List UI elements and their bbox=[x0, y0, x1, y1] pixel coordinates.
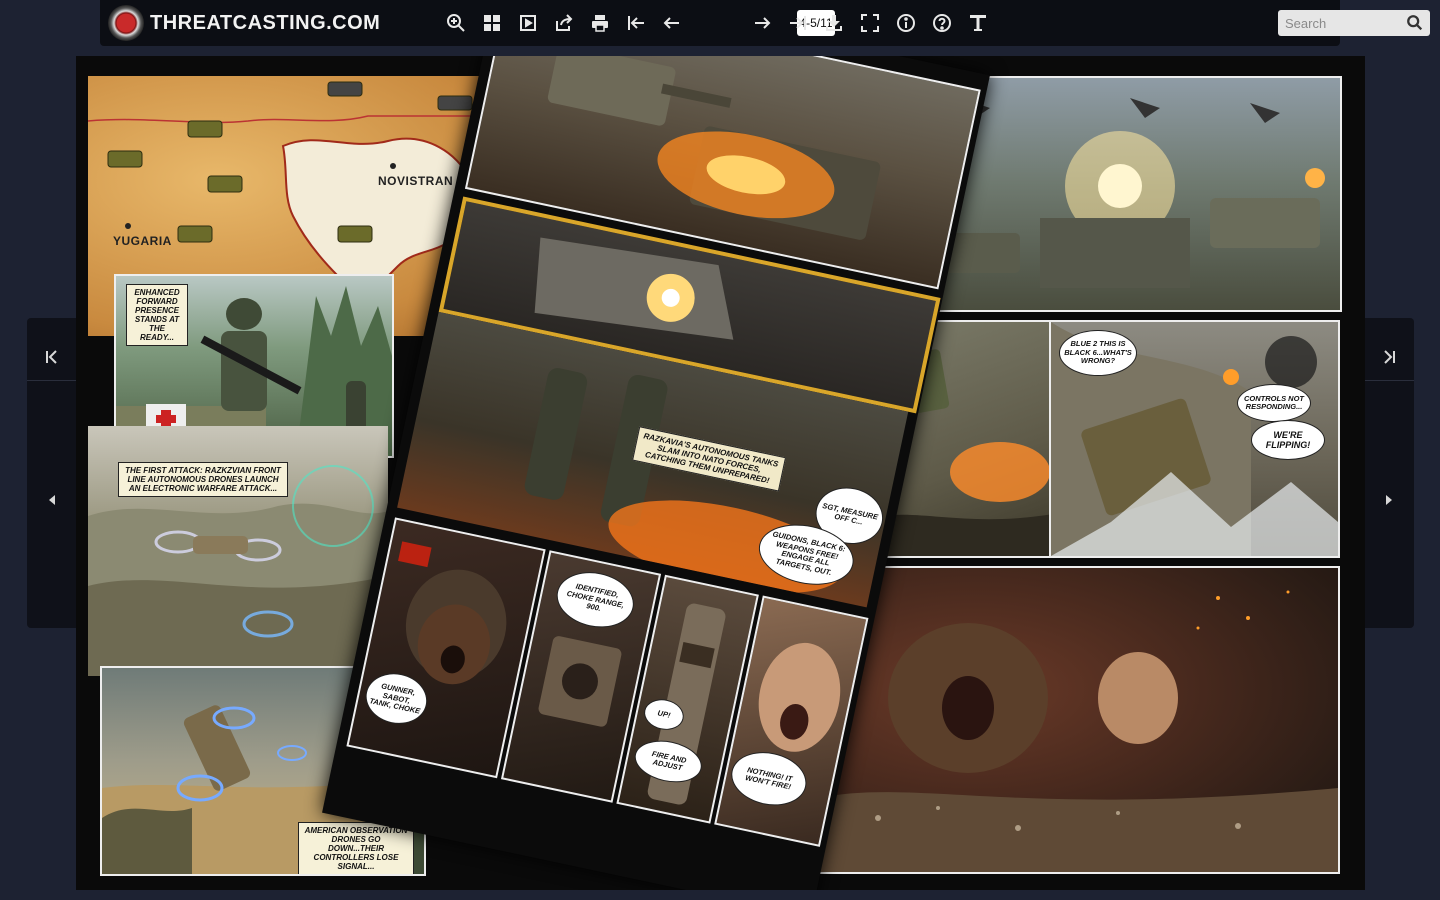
screaming-crew-panel bbox=[816, 566, 1340, 874]
print-icon[interactable] bbox=[588, 11, 612, 35]
search-icon[interactable] bbox=[1406, 14, 1424, 32]
bubble-controls-not-responding: CONTROLS NOT RESPONDING... bbox=[1237, 384, 1311, 422]
info-icon[interactable] bbox=[894, 11, 918, 35]
previous-page-side-icon[interactable] bbox=[27, 486, 77, 516]
caption-observation-drones: AMERICAN OBSERVATION DRONES GO DOWN...TH… bbox=[298, 822, 414, 874]
right-side-nav bbox=[1364, 318, 1414, 628]
first-page-side-icon[interactable] bbox=[27, 344, 77, 374]
thumbnails-icon[interactable] bbox=[480, 11, 504, 35]
last-page-side-icon[interactable] bbox=[1364, 344, 1414, 374]
caption-first-attack: THE FIRST ATTACK: RAZKZVIAN FRONT LINE A… bbox=[118, 462, 288, 497]
map-label-novistrana: NOVISTRAN bbox=[378, 174, 454, 188]
first-page-icon[interactable] bbox=[624, 11, 648, 35]
left-side-nav bbox=[27, 318, 77, 628]
previous-page-icon[interactable] bbox=[660, 11, 684, 35]
top-toolbar: THREATCASTING.COM 4-5/11 bbox=[100, 0, 1430, 46]
brand-title[interactable]: THREATCASTING.COM bbox=[150, 12, 380, 35]
fullscreen-icon[interactable] bbox=[858, 11, 882, 35]
bubble-blue-2: BLUE 2 THIS IS BLACK 6...WHAT'S WRONG? bbox=[1059, 330, 1137, 376]
bubble-were-flipping: WE'RE FLIPPING! bbox=[1251, 420, 1325, 460]
search-input[interactable] bbox=[1278, 10, 1412, 36]
download-icon[interactable] bbox=[822, 11, 846, 35]
text-icon[interactable] bbox=[966, 11, 990, 35]
tank-flipping-panel: BLUE 2 THIS IS BLACK 6...WHAT'S WRONG? C… bbox=[1049, 320, 1340, 558]
next-page-icon[interactable] bbox=[750, 11, 774, 35]
help-icon[interactable] bbox=[930, 11, 954, 35]
single-page-icon[interactable] bbox=[516, 11, 540, 35]
share-icon[interactable] bbox=[552, 11, 576, 35]
drone-attack-panel: THE FIRST ATTACK: RAZKZVIAN FRONT LINE A… bbox=[88, 426, 388, 676]
last-page-icon[interactable] bbox=[786, 11, 810, 35]
flipbook-spread[interactable]: NOVISTRAN YUGARIA ENHANCED FORWARD PRESE… bbox=[76, 56, 1365, 890]
zoom-in-icon[interactable] bbox=[444, 11, 468, 35]
caption-enhanced-forward-presence: ENHANCED FORWARD PRESENCE STANDS AT THE … bbox=[126, 284, 188, 346]
map-label-yugaria: YUGARIA bbox=[113, 234, 172, 248]
search-box bbox=[1278, 10, 1430, 36]
next-page-side-icon[interactable] bbox=[1364, 486, 1414, 516]
threatcasting-logo[interactable] bbox=[108, 5, 144, 41]
